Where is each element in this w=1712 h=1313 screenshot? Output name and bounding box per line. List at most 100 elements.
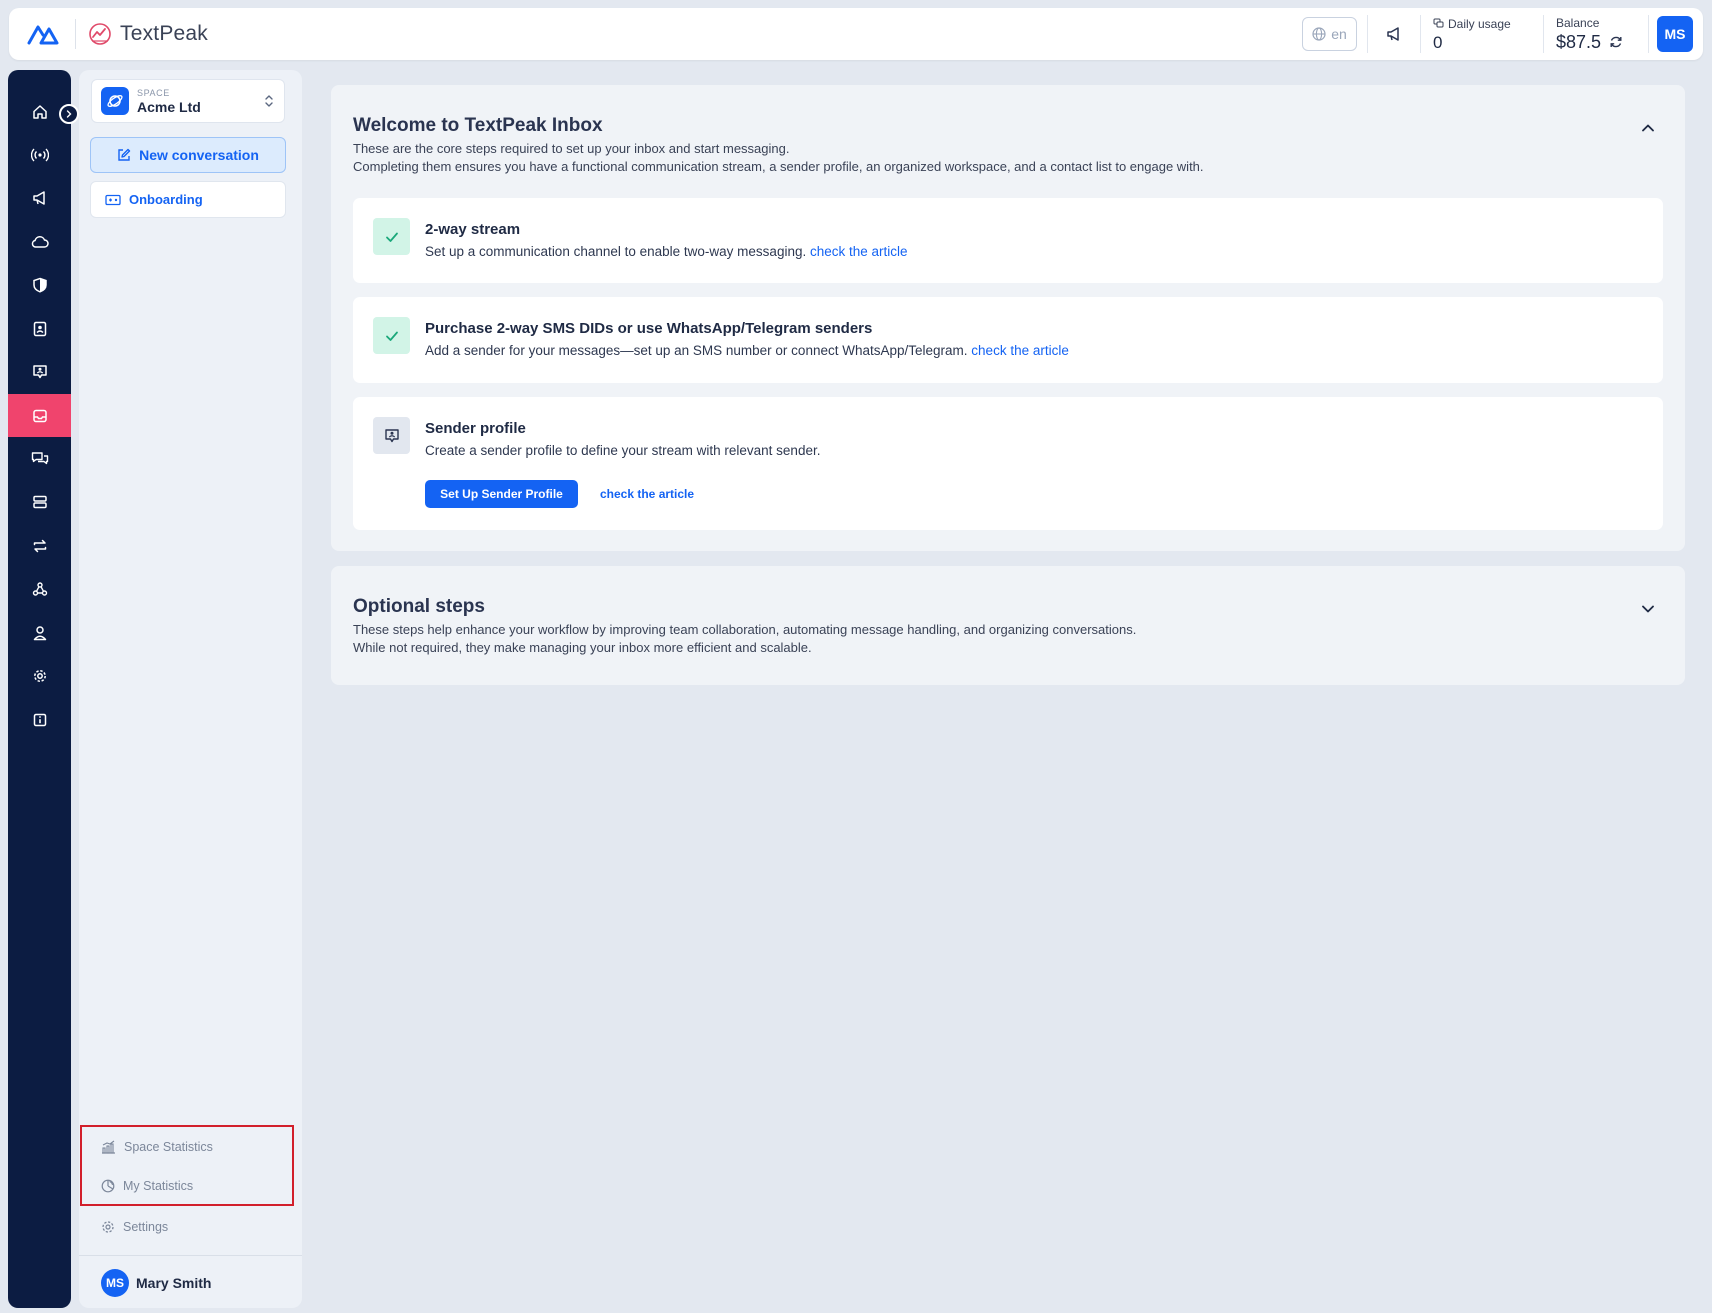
check-icon	[373, 218, 410, 255]
megaphone-icon	[1386, 26, 1402, 42]
step-desc: Add a sender for your messages—set up an…	[425, 343, 1069, 358]
textpeak-logo-icon	[88, 22, 112, 46]
step-title: Purchase 2-way SMS DIDs or use WhatsApp/…	[425, 320, 873, 337]
bar-chart-icon	[101, 1140, 116, 1154]
rail-item-sender-profiles[interactable]	[8, 350, 71, 393]
gear-icon	[32, 668, 48, 684]
step-desc-text: Add a sender for your messages—set up an…	[425, 343, 968, 358]
welcome-panel: Welcome to TextPeak Inbox These are the …	[331, 85, 1685, 551]
space-selector[interactable]: SPACE Acme Ltd	[91, 79, 285, 123]
rail-item-users[interactable]	[8, 611, 71, 654]
rail-item-info[interactable]	[8, 698, 71, 741]
onboarding-label: Onboarding	[129, 192, 203, 207]
announcements-button[interactable]	[1368, 26, 1420, 42]
expand-chevron-down-icon[interactable]	[1641, 604, 1655, 614]
balance-label: Balance	[1556, 16, 1600, 30]
optional-steps-panel[interactable]: Optional steps These steps help enhance …	[331, 566, 1685, 685]
check-article-link[interactable]: check the article	[600, 487, 694, 501]
my-statistics-label: My Statistics	[123, 1179, 194, 1193]
rail-item-inbox[interactable]	[8, 394, 71, 437]
daily-usage-label: Daily usage	[1448, 16, 1511, 31]
account-avatar[interactable]: MS	[1657, 16, 1693, 52]
space-planet-icon	[101, 87, 129, 115]
sender-profile-icon	[32, 364, 48, 380]
info-icon	[32, 712, 48, 728]
welcome-desc-2: Completing them ensures you have a funct…	[353, 159, 1204, 174]
sender-profile-icon	[373, 417, 410, 454]
user-name: Mary Smith	[136, 1275, 212, 1291]
balance: Balance $87.5	[1544, 17, 1648, 51]
welcome-title: Welcome to TextPeak Inbox	[353, 115, 603, 136]
step-title: Sender profile	[425, 420, 526, 437]
rail-item-sync[interactable]	[8, 524, 71, 567]
rail-item-campaigns[interactable]	[8, 176, 71, 219]
app-logo-icon[interactable]	[23, 14, 63, 54]
rail-item-chats[interactable]	[8, 437, 71, 480]
daily-usage-value: 0	[1433, 32, 1443, 52]
step-purchase-senders: Purchase 2-way SMS DIDs or use WhatsApp/…	[353, 297, 1663, 383]
space-label: SPACE	[137, 87, 170, 98]
shield-icon	[32, 277, 48, 293]
new-conversation-label: New conversation	[139, 147, 259, 163]
check-icon	[373, 317, 410, 354]
edit-icon	[117, 148, 131, 162]
language-selector[interactable]: en	[1302, 17, 1357, 51]
logo-divider	[75, 19, 76, 49]
brand[interactable]: TextPeak	[88, 22, 208, 46]
chat-icon	[31, 451, 49, 467]
user-icon	[32, 625, 48, 641]
balance-value: $87.5	[1556, 32, 1602, 52]
top-bar: TextPeak en Daily usage 0 Balance $87.5 …	[9, 8, 1703, 60]
daily-usage: Daily usage 0	[1421, 18, 1543, 51]
brand-name: TextPeak	[120, 22, 208, 45]
check-article-link[interactable]: check the article	[810, 244, 908, 259]
space-statistics-link[interactable]: Space Statistics	[101, 1140, 213, 1154]
step-sender-profile: Sender profile Create a sender profile t…	[353, 397, 1663, 530]
set-up-sender-profile-button[interactable]: Set Up Sender Profile	[425, 480, 578, 508]
rail-item-streams[interactable]	[8, 133, 71, 176]
home-icon	[32, 104, 48, 120]
sync-arrows-icon	[32, 538, 48, 554]
statistics-highlight-box	[80, 1125, 294, 1206]
step-desc-text: Set up a communication channel to enable…	[425, 244, 807, 259]
new-conversation-button[interactable]: New conversation	[90, 137, 286, 173]
step-title: 2-way stream	[425, 221, 521, 238]
webhook-icon	[32, 581, 48, 597]
gear-icon	[101, 1220, 115, 1234]
my-statistics-link[interactable]: My Statistics	[101, 1179, 193, 1193]
user-profile[interactable]: MS Mary Smith	[101, 1269, 211, 1297]
rail-expand-toggle[interactable]	[59, 104, 79, 124]
broadcast-icon	[30, 148, 49, 162]
chat-bubbles-icon	[1433, 18, 1444, 29]
rail-item-security[interactable]	[8, 263, 71, 306]
server-icon	[32, 494, 48, 510]
divider	[1648, 15, 1649, 53]
refresh-icon[interactable]	[1609, 35, 1623, 49]
optional-desc-1: These steps help enhance your workflow b…	[353, 622, 1137, 637]
sidebar-settings-link[interactable]: Settings	[101, 1220, 168, 1234]
step-2way-stream: 2-way stream Set up a communication chan…	[353, 198, 1663, 283]
space-name: Acme Ltd	[137, 98, 201, 115]
step-desc: Set up a communication channel to enable…	[425, 244, 908, 259]
space-statistics-label: Space Statistics	[124, 1140, 213, 1154]
chevron-up-down-icon	[264, 94, 274, 108]
rail-item-cloud[interactable]	[8, 220, 71, 263]
language-code: en	[1331, 26, 1347, 42]
optional-desc-2: While not required, they make managing y…	[353, 640, 812, 655]
chevron-right-icon	[65, 110, 73, 118]
rail-item-servers[interactable]	[8, 480, 71, 523]
sidebar-divider	[79, 1255, 302, 1256]
onboarding-item[interactable]: Onboarding	[90, 181, 286, 218]
collapse-chevron-up-icon[interactable]	[1641, 123, 1655, 133]
megaphone-icon	[32, 190, 48, 206]
welcome-desc-1: These are the core steps required to set…	[353, 141, 790, 156]
settings-label: Settings	[123, 1220, 169, 1234]
rail-item-settings[interactable]	[8, 654, 71, 697]
nav-rail	[8, 70, 71, 1308]
inbox-icon	[32, 408, 48, 424]
rail-item-contacts[interactable]	[8, 307, 71, 350]
step-desc: Create a sender profile to define your s…	[425, 443, 821, 458]
check-article-link[interactable]: check the article	[971, 343, 1069, 358]
rail-item-webhooks[interactable]	[8, 567, 71, 610]
onboarding-ticket-icon	[105, 194, 121, 206]
